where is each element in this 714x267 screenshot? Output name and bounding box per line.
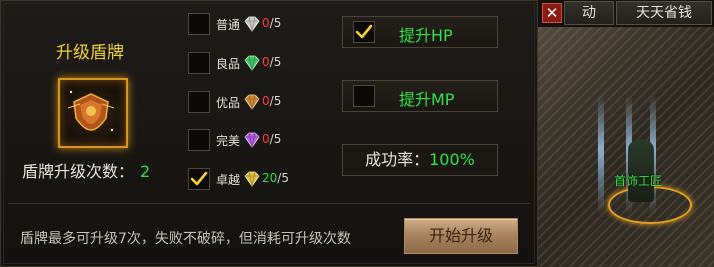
shield-upgrade-panel: 升级盾牌 盾牌升级次数： 2 普通 0/5 良品 0/5 优品 0/5 完美 0… xyxy=(0,0,538,267)
material-count: 0/5 xyxy=(262,55,282,69)
success-rate-label: 成功率： xyxy=(365,150,430,169)
material-name: 卓越 xyxy=(216,173,241,187)
material-checkbox-fine[interactable] xyxy=(188,91,210,113)
checkmark-icon xyxy=(190,171,208,186)
game-scene: ✕ 动 天天省钱 首饰工匠 xyxy=(538,0,714,267)
success-rate-value: 100% xyxy=(429,150,475,169)
material-row-excellent: 卓越 20/5 xyxy=(188,168,338,192)
material-checkbox-good[interactable] xyxy=(188,52,210,74)
upgrade-count-label: 盾牌升级次数： xyxy=(22,162,135,181)
material-count: 0/5 xyxy=(262,16,282,30)
material-row-fine: 优品 0/5 xyxy=(188,91,338,115)
upgrade-count: 盾牌升级次数： 2 xyxy=(22,158,150,182)
gem-icon xyxy=(244,55,260,71)
upgrade-count-value: 2 xyxy=(140,162,151,181)
material-name: 普通 xyxy=(216,18,241,32)
material-count: 0/5 xyxy=(262,132,282,146)
divider xyxy=(8,203,530,204)
checkmark-icon xyxy=(355,24,373,39)
material-checkbox-perfect[interactable] xyxy=(188,129,210,151)
close-button[interactable]: ✕ xyxy=(542,3,562,23)
item-title: 升级盾牌 xyxy=(56,43,124,63)
material-row-common: 普通 0/5 xyxy=(188,13,338,37)
material-row-good: 良品 0/5 xyxy=(188,52,338,76)
top-bar: ✕ 动 天天省钱 xyxy=(538,0,714,27)
success-rate: 成功率：100% xyxy=(342,144,498,176)
gem-icon xyxy=(244,94,260,110)
material-name: 良品 xyxy=(216,57,241,71)
material-name: 完美 xyxy=(216,134,241,148)
gem-icon xyxy=(244,16,260,32)
gem-icon xyxy=(244,132,260,148)
activity-tab[interactable]: 动 xyxy=(564,1,614,25)
item-slot[interactable] xyxy=(58,78,128,148)
material-name: 优品 xyxy=(216,96,241,110)
hp-checkbox[interactable] xyxy=(353,21,375,43)
screen: 升级盾牌 盾牌升级次数： 2 普通 0/5 良品 0/5 优品 0/5 完美 0… xyxy=(0,0,714,267)
upgrade-notice: 盾牌最多可升级7次，失败不破碎，但消耗可升级次数 xyxy=(20,231,351,247)
option-raise-hp[interactable]: 提升HP xyxy=(342,16,498,48)
npc-name[interactable]: 首饰工匠 xyxy=(614,172,662,189)
npc-character[interactable] xyxy=(628,140,654,202)
material-checkbox-common[interactable] xyxy=(188,13,210,35)
material-row-perfect: 完美 0/5 xyxy=(188,129,338,153)
daily-savings-tab[interactable]: 天天省钱 xyxy=(616,1,712,25)
shield-icon xyxy=(67,90,115,132)
hp-label: 提升HP xyxy=(399,26,453,45)
light-beam xyxy=(598,95,604,215)
mp-label: 提升MP xyxy=(399,90,455,109)
option-raise-mp[interactable]: 提升MP xyxy=(342,80,498,112)
mp-checkbox[interactable] xyxy=(353,85,375,107)
start-upgrade-button[interactable]: 开始升级 xyxy=(404,218,518,254)
material-count: 0/5 xyxy=(262,94,282,108)
material-checkbox-excellent[interactable] xyxy=(188,168,210,190)
material-count: 20/5 xyxy=(262,171,289,185)
gem-icon xyxy=(244,171,260,187)
